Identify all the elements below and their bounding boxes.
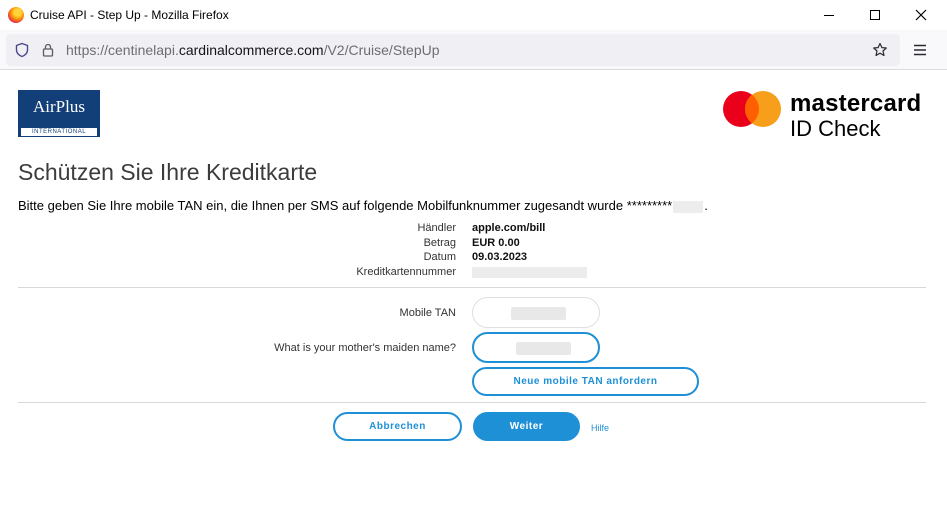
mobile-tan-input[interactable] bbox=[472, 297, 600, 328]
shield-icon[interactable] bbox=[14, 42, 30, 58]
page-content: AirPlus INTERNATIONAL mastercard ID Chec… bbox=[0, 71, 947, 532]
redacted-tan-value bbox=[511, 307, 566, 320]
address-bar[interactable]: https://centinelapi.cardinalcommerce.com… bbox=[6, 34, 900, 66]
date-value: 09.03.2023 bbox=[472, 251, 528, 263]
amount-value: EUR 0.00 bbox=[472, 236, 520, 249]
id-check-wordmark: ID Check bbox=[790, 116, 881, 141]
merchant-label: Händler bbox=[417, 222, 456, 234]
transaction-detail-labels: Händler Betrag Datum Kreditkartennummer bbox=[300, 221, 456, 279]
transaction-detail-values: apple.com/bill EUR 0.00 09.03.2023 bbox=[472, 221, 672, 278]
cancel-button[interactable]: Abbrechen bbox=[333, 412, 462, 441]
maximize-icon bbox=[870, 10, 880, 20]
maiden-name-input[interactable] bbox=[472, 332, 600, 363]
hamburger-menu-icon[interactable] bbox=[912, 42, 928, 58]
divider-bottom bbox=[18, 402, 926, 403]
window-title: Cruise API - Step Up - Mozilla Firefox bbox=[30, 8, 229, 22]
redacted-maiden-value bbox=[516, 342, 571, 355]
mastercard-wordmark: mastercard bbox=[790, 90, 922, 117]
help-link[interactable]: Hilfe bbox=[591, 423, 609, 433]
minimize-icon bbox=[824, 14, 834, 16]
airplus-logo-subtext: INTERNATIONAL bbox=[21, 128, 97, 136]
close-button[interactable] bbox=[898, 0, 944, 30]
instruction-end: . bbox=[704, 198, 708, 213]
mobile-tan-label: Mobile TAN bbox=[399, 307, 456, 319]
merchant-value: apple.com/bill bbox=[472, 222, 546, 234]
bookmark-star-icon[interactable] bbox=[872, 42, 888, 58]
window-titlebar: Cruise API - Step Up - Mozilla Firefox bbox=[0, 0, 947, 30]
card-number-label: Kreditkartennummer bbox=[356, 265, 456, 278]
maximize-button[interactable] bbox=[852, 0, 898, 30]
navigation-toolbar: https://centinelapi.cardinalcommerce.com… bbox=[0, 30, 947, 70]
continue-button[interactable]: Weiter bbox=[473, 412, 580, 441]
airplus-logo: AirPlus INTERNATIONAL bbox=[18, 90, 100, 137]
url-path: /V2/Cruise/StepUp bbox=[323, 42, 440, 58]
maiden-name-label: What is your mother's maiden name? bbox=[274, 342, 456, 354]
date-label: Datum bbox=[423, 251, 456, 263]
instruction-main: Bitte geben Sie Ihre mobile TAN ein, die… bbox=[18, 198, 673, 213]
amount-label: Betrag bbox=[423, 236, 456, 249]
url-domain: cardinalcommerce.com bbox=[178, 42, 324, 58]
minimize-button[interactable] bbox=[806, 0, 852, 30]
page-title: Schützen Sie Ihre Kreditkarte bbox=[18, 159, 318, 185]
request-new-tan-button[interactable]: Neue mobile TAN anfordern bbox=[472, 367, 699, 396]
mastercard-circles-icon bbox=[723, 91, 781, 127]
firefox-logo-icon bbox=[8, 7, 24, 23]
instruction-text: Bitte geben Sie Ihre mobile TAN ein, die… bbox=[18, 198, 708, 213]
url-text[interactable]: https://centinelapi.cardinalcommerce.com… bbox=[66, 42, 440, 58]
url-prefix: https://centinelapi. bbox=[66, 42, 179, 58]
divider-top bbox=[18, 287, 926, 288]
redacted-card-number bbox=[472, 266, 587, 278]
lock-icon[interactable] bbox=[40, 42, 56, 58]
redacted-phone-digits bbox=[673, 200, 704, 213]
airplus-logo-text: AirPlus bbox=[33, 97, 85, 116]
mastercard-id-check-logo: mastercard ID Check bbox=[722, 87, 932, 141]
close-icon bbox=[915, 9, 927, 21]
